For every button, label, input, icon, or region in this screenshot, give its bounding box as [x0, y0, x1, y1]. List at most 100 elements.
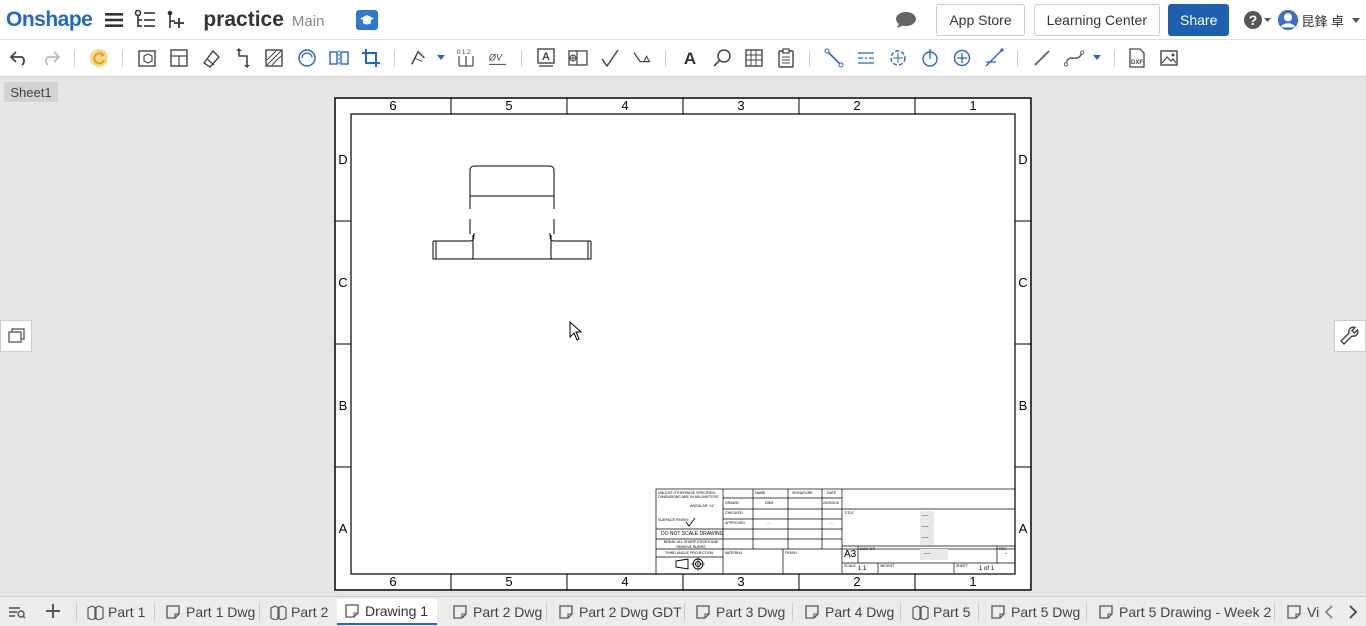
svg-text:ØV: ØV [488, 53, 503, 63]
sketch-line-icon[interactable] [1032, 48, 1052, 68]
centerline-icon[interactable] [856, 48, 876, 68]
drawing-icon [451, 604, 469, 620]
note-icon[interactable]: A [536, 48, 556, 68]
drawing-icon [1097, 604, 1115, 620]
auxiliary-view-icon[interactable] [201, 48, 221, 68]
user-avatar-icon[interactable] [1277, 9, 1299, 31]
sheets-panel-button[interactable] [0, 320, 32, 352]
learning-center-button[interactable]: Learning Center [1033, 4, 1161, 36]
undo-icon[interactable] [9, 48, 29, 68]
menu-icon[interactable] [103, 9, 125, 31]
bolt-circle-icon[interactable] [920, 48, 940, 68]
learning-cap-icon[interactable] [356, 9, 379, 30]
export-dxf-icon[interactable]: DXF [1127, 48, 1147, 68]
insert-image-icon[interactable] [1159, 48, 1179, 68]
crop-view-icon[interactable] [361, 48, 381, 68]
datum-icon[interactable]: ØV [488, 48, 508, 68]
drawing-icon [989, 604, 1007, 620]
sheet-size: A3 [844, 549, 857, 560]
share-button[interactable]: Share [1168, 4, 1230, 36]
bom-icon[interactable] [776, 48, 796, 68]
drawing-icon [1285, 604, 1303, 620]
circle-center-icon[interactable] [952, 48, 972, 68]
tab-part-4-dwg[interactable]: Part 4 Dwg [797, 599, 894, 625]
weld-symbol-icon[interactable] [632, 48, 652, 68]
column-label: 1 [969, 98, 977, 113]
svg-text:?: ? [1249, 12, 1258, 28]
ordinate-dimension-icon[interactable]: 0 1 2 [456, 48, 476, 68]
row-label: B [338, 398, 348, 413]
part-studio-icon [269, 604, 287, 620]
tab-vi[interactable]: Vi [1279, 599, 1321, 625]
comments-icon[interactable] [895, 9, 917, 31]
spline-icon[interactable] [1064, 48, 1084, 68]
column-label: 6 [389, 98, 397, 113]
dimension-icon[interactable] [409, 48, 429, 68]
svg-text:A: A [684, 49, 696, 68]
tab-label: Part 1 Dwg [186, 604, 256, 620]
wrench-icon [1340, 326, 1359, 345]
tab-label: Drawing 1 [365, 603, 429, 619]
surface-finish-icon[interactable] [600, 48, 620, 68]
break-view-icon[interactable] [329, 48, 349, 68]
branch-name[interactable]: Main [292, 13, 325, 30]
line-icon[interactable] [824, 48, 844, 68]
feature-control-frame-icon[interactable] [568, 48, 588, 68]
column-label: 2 [853, 574, 861, 589]
svg-text:A: A [542, 51, 550, 63]
drawing-icon [164, 604, 182, 620]
dwg-no: ---- [924, 551, 931, 557]
tab-part-5-drawing-week-2[interactable]: Part 5 Drawing - Week 2 [1091, 599, 1271, 625]
scroll-tabs-right-icon[interactable] [1346, 603, 1360, 621]
dimension-dropdown-icon[interactable] [437, 55, 445, 60]
detail-view-icon[interactable] [297, 48, 317, 68]
tab-part-1-dwg[interactable]: Part 1 Dwg [158, 599, 255, 625]
tab-part-2[interactable]: Part 2 [263, 599, 328, 625]
projected-view-icon[interactable] [169, 48, 189, 68]
scale-value: 1:1 [858, 566, 867, 572]
help-icon[interactable]: ? [1243, 9, 1273, 31]
redo-icon[interactable] [41, 48, 61, 68]
rev-value: - [1005, 551, 1007, 557]
angle-line-icon[interactable] [984, 48, 1004, 68]
callout-icon[interactable] [712, 48, 732, 68]
sketch-dropdown-icon[interactable] [1093, 55, 1101, 60]
drawn-date: 2025/5/15 [823, 501, 839, 505]
scroll-tabs-left-icon[interactable] [1322, 603, 1336, 621]
app-store-button[interactable]: App Store [936, 4, 1025, 36]
user-name[interactable]: 昆鋒 卓 [1301, 11, 1344, 30]
properties-panel-button[interactable] [1334, 320, 1366, 352]
user-menu-caret-icon[interactable] [1352, 17, 1360, 23]
row-label: C [338, 275, 348, 290]
broken-out-section-icon[interactable] [264, 48, 284, 68]
insert-view-icon[interactable] [137, 48, 157, 68]
text-style-icon[interactable]: A [680, 48, 700, 68]
update-icon[interactable] [89, 48, 109, 68]
onshape-logo[interactable]: Onshape [6, 8, 93, 32]
tab-part-2-dwg[interactable]: Part 2 Dwg [445, 599, 542, 625]
centermark-icon[interactable] [888, 48, 908, 68]
insert-icon[interactable] [165, 9, 187, 31]
tab-manager-icon[interactable] [8, 604, 26, 625]
tab-part-3-dwg[interactable]: Part 3 Dwg [688, 599, 785, 625]
tab-bar: Part 1 Part 1 Dwg Part 2 Drawing 1 Part … [0, 596, 1366, 626]
section-view-icon[interactable] [233, 48, 253, 68]
document-name[interactable]: practice [203, 8, 284, 32]
tab-label: Part 1 [108, 604, 146, 620]
row-label: D [1018, 152, 1028, 167]
tab-part-5[interactable]: Part 5 [905, 599, 970, 625]
tab-drawing-1[interactable]: Drawing 1 [337, 599, 437, 625]
add-tab-icon[interactable] [45, 603, 61, 624]
tab-part-5-dwg[interactable]: Part 5 Dwg [983, 599, 1080, 625]
drawing-sheet[interactable]: 6 5 4 3 2 1 6 5 4 3 2 1 D C B A D C B A … [334, 97, 1032, 591]
tab-part-2-dwg-gdt[interactable]: Part 2 Dwg GDT [551, 599, 682, 625]
surface-finish-label: SURFACE FINISH: [658, 518, 689, 522]
svg-text:0 1 2: 0 1 2 [457, 50, 471, 56]
table-icon[interactable] [744, 48, 764, 68]
feature-list-icon[interactable] [134, 9, 156, 31]
sheet-tab[interactable]: Sheet1 [4, 82, 58, 102]
scale-label: SCALE [844, 564, 856, 568]
drawing-toolbar: 0 1 2 ØV A A DXF [0, 40, 1366, 77]
tab-part-1[interactable]: Part 1 [80, 599, 145, 625]
drawing-icon [557, 604, 575, 620]
